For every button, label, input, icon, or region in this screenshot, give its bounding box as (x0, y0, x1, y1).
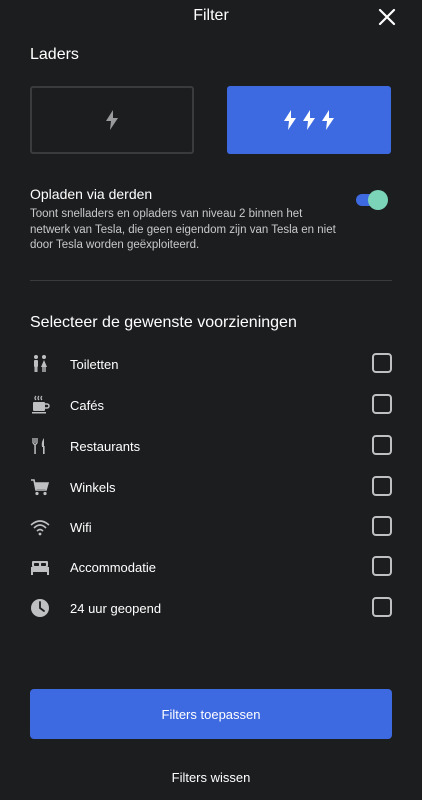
amenity-label: Wifi (70, 520, 92, 535)
apply-filters-button[interactable]: Filters toepassen (30, 689, 392, 739)
close-icon (378, 8, 396, 26)
shopping-cart-icon (30, 477, 50, 497)
toggle-knob (368, 190, 388, 210)
amenity-row-toiletten[interactable]: Toiletten (30, 353, 392, 377)
amenity-row-accommodatie[interactable]: Accommodatie (30, 556, 392, 580)
third-party-description: Toont snelladers en opladers van niveau … (30, 208, 336, 251)
amenities-title: Selecteer de gewenste voorzieningen (30, 314, 297, 331)
triple-bolt-icon (284, 110, 334, 130)
fork-knife-icon (30, 436, 50, 456)
single-bolt-icon (106, 110, 118, 130)
amenity-checkbox[interactable] (372, 435, 392, 455)
amenity-row-winkels[interactable]: Winkels (30, 476, 392, 500)
clock-icon (30, 598, 50, 618)
page-title: Filter (193, 7, 229, 24)
coffee-cup-icon (30, 395, 50, 415)
bed-icon (30, 557, 50, 577)
amenity-checkbox[interactable] (372, 516, 392, 536)
amenity-checkbox[interactable] (372, 394, 392, 414)
charger-option-supercharger[interactable] (227, 86, 391, 154)
amenity-row-restaurants[interactable]: Restaurants (30, 435, 392, 459)
header: Filter (0, 0, 422, 34)
amenity-label: 24 uur geopend (70, 601, 162, 616)
third-party-toggle[interactable] (356, 190, 390, 210)
clear-filters-button[interactable]: Filters wissen (0, 770, 422, 785)
close-button[interactable] (376, 6, 398, 28)
divider (30, 280, 392, 281)
amenity-label: Accommodatie (70, 560, 156, 575)
third-party-label: Opladen via derden (30, 186, 153, 202)
charger-option-level2[interactable] (30, 86, 194, 154)
amenity-checkbox[interactable] (372, 597, 392, 617)
amenity-checkbox[interactable] (372, 556, 392, 576)
amenity-label: Toiletten (70, 357, 119, 372)
restroom-icon (30, 354, 50, 374)
amenity-row-cafes[interactable]: Cafés (30, 394, 392, 418)
chargers-title: Laders (30, 46, 79, 63)
wifi-icon (30, 517, 50, 537)
amenity-row-wifi[interactable]: Wifi (30, 516, 392, 540)
amenity-label: Cafés (70, 398, 104, 413)
amenity-checkbox[interactable] (372, 353, 392, 373)
amenity-label: Winkels (70, 480, 116, 495)
amenity-row-24-uur[interactable]: 24 uur geopend (30, 597, 392, 621)
amenity-label: Restaurants (70, 439, 141, 454)
amenity-checkbox[interactable] (372, 476, 392, 496)
